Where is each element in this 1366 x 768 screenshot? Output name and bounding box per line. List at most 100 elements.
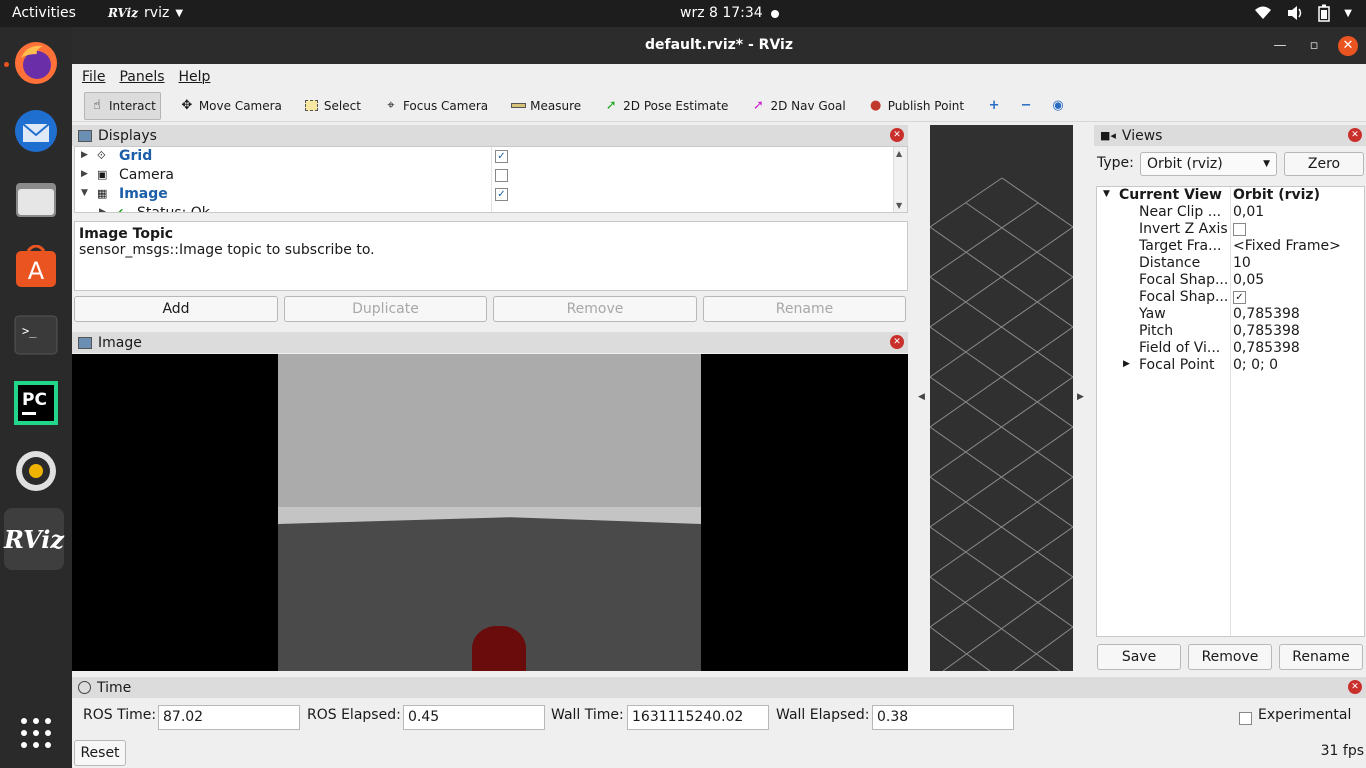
move-camera-icon: ✥ — [181, 98, 193, 113]
menu-panels[interactable]: Panels — [119, 69, 164, 85]
app-menu[interactable]: RViz rviz ▼ — [108, 5, 183, 21]
tool-focus-camera[interactable]: ⌖ Focus Camera — [379, 92, 492, 120]
description-text: sensor_msgs::Image topic to subscribe to… — [79, 242, 375, 258]
activities-button[interactable]: Activities — [12, 5, 76, 21]
wall-time-field[interactable]: 1631115240.02 — [627, 705, 769, 730]
time-panel-header[interactable]: Time ✕ — [72, 677, 1366, 698]
displays-panel-header[interactable]: Displays ✕ — [72, 125, 908, 146]
property-row[interactable]: Field of Vi... 0,785398 — [1097, 340, 1364, 357]
maximize-icon[interactable]: ▫ — [1304, 36, 1324, 56]
rhythmbox-icon[interactable] — [8, 443, 64, 499]
current-view-row[interactable]: ▼ Current View Orbit (rviz) — [1097, 187, 1364, 204]
tool-interact[interactable]: ☝ Interact — [84, 91, 161, 120]
scrollbar[interactable]: ▲ ▼ — [893, 147, 907, 212]
tool-2d-nav-goal[interactable]: ➚ 2D Nav Goal — [746, 92, 849, 120]
property-row[interactable]: Focal Shap... 0,05 — [1097, 272, 1364, 289]
3d-render-view[interactable] — [930, 125, 1073, 671]
minimize-icon[interactable]: — — [1270, 36, 1290, 56]
tool-properties-button[interactable]: ◉ — [1046, 92, 1070, 120]
close-icon[interactable]: ✕ — [890, 128, 904, 142]
property-value[interactable]: 0,785398 — [1233, 340, 1300, 356]
view-type-select[interactable]: Orbit (rviz) ▼ — [1140, 152, 1277, 176]
remove-tool-button[interactable]: − — [1014, 92, 1038, 120]
tree-row-camera[interactable]: ▶ ▣ Camera — [75, 166, 907, 185]
tool-select[interactable]: Select — [300, 92, 365, 120]
rename-view-button[interactable]: Rename — [1279, 644, 1363, 670]
terminal-icon[interactable]: >_ — [8, 307, 64, 363]
remove-view-button[interactable]: Remove — [1188, 644, 1272, 670]
checkbox-camera[interactable] — [495, 169, 508, 182]
wall-elapsed-field[interactable]: 0.38 — [872, 705, 1014, 730]
tool-move-camera[interactable]: ✥ Move Camera — [175, 92, 286, 120]
duplicate-button[interactable]: Duplicate — [284, 296, 487, 322]
property-row[interactable]: ▶ Focal Point 0; 0; 0 — [1097, 357, 1364, 374]
property-value[interactable]: 0,05 — [1233, 272, 1264, 288]
ros-time-label: ROS Time: — [83, 707, 157, 723]
tool-measure[interactable]: Measure — [506, 92, 585, 120]
save-button[interactable]: Save — [1097, 644, 1181, 670]
property-value[interactable]: 0,01 — [1233, 204, 1264, 220]
checkbox-grid[interactable]: ✓ — [495, 150, 508, 163]
camera-image-view[interactable] — [72, 354, 908, 671]
view-properties-tree[interactable]: ▼ Current View Orbit (rviz) Near Clip ..… — [1096, 186, 1365, 637]
rviz-icon[interactable]: RViz — [4, 508, 64, 570]
ros-elapsed-field[interactable]: 0.45 — [403, 705, 545, 730]
reset-button[interactable]: Reset — [74, 740, 126, 766]
tool-2d-pose-estimate[interactable]: ➚ 2D Pose Estimate — [599, 92, 732, 120]
property-row[interactable]: Focal Shap... ✓ — [1097, 289, 1364, 306]
expand-arrow-icon[interactable]: ▶ — [81, 150, 88, 160]
property-row[interactable]: Target Fra... <Fixed Frame> — [1097, 238, 1364, 255]
add-button[interactable]: Add — [74, 296, 278, 322]
focal-shape-checkbox[interactable]: ✓ — [1233, 291, 1246, 304]
tree-row-grid[interactable]: ▶ ⟐ Grid ✓ — [75, 147, 907, 166]
property-value[interactable]: <Fixed Frame> — [1233, 238, 1341, 254]
property-value[interactable]: 10 — [1233, 255, 1251, 271]
close-icon[interactable]: ✕ — [1338, 36, 1358, 56]
property-value[interactable]: 0,785398 — [1233, 323, 1300, 339]
close-icon[interactable]: ✕ — [1348, 128, 1362, 142]
collapse-right-icon[interactable]: ▶ — [1077, 392, 1084, 402]
zero-button[interactable]: Zero — [1284, 152, 1364, 176]
menu-file[interactable]: File — [82, 69, 105, 85]
clock[interactable]: wrz 8 17:34 — [680, 5, 763, 21]
property-value[interactable]: 0,785398 — [1233, 306, 1300, 322]
property-row[interactable]: Near Clip ... 0,01 — [1097, 204, 1364, 221]
pycharm-icon[interactable]: PC — [8, 375, 64, 431]
collapse-left-icon[interactable]: ◀ — [918, 392, 925, 402]
image-panel-header[interactable]: Image ✕ — [72, 332, 908, 353]
experimental-checkbox[interactable] — [1239, 712, 1252, 725]
close-icon[interactable]: ✕ — [1348, 680, 1362, 694]
collapse-arrow-icon[interactable]: ▼ — [1103, 189, 1110, 199]
ros-time-field[interactable]: 87.02 — [158, 705, 300, 730]
property-row[interactable]: Distance 10 — [1097, 255, 1364, 272]
property-row[interactable]: Invert Z Axis — [1097, 221, 1364, 238]
tree-row-status[interactable]: ▶ ✔ Status: Ok — [75, 204, 907, 212]
tree-row-image[interactable]: ▼ ▦ Image ✓ — [75, 185, 907, 204]
system-tray[interactable]: ▼ — [1254, 4, 1352, 22]
scroll-down-icon[interactable]: ▼ — [896, 201, 902, 210]
checkbox-image[interactable]: ✓ — [495, 188, 508, 201]
thunderbird-icon[interactable] — [8, 103, 64, 159]
firefox-icon[interactable] — [8, 35, 64, 91]
window-titlebar[interactable]: default.rviz* - RViz — ▫ ✕ — [72, 27, 1366, 64]
property-row[interactable]: Yaw 0,785398 — [1097, 306, 1364, 323]
displays-tree[interactable]: ▶ ⟐ Grid ✓ ▶ ▣ Camera ▼ ▦ Image ✓ ▶ ✔ St… — [74, 146, 908, 213]
files-icon[interactable] — [8, 171, 64, 227]
tool-publish-point[interactable]: ● Publish Point — [864, 92, 968, 120]
property-row[interactable]: Pitch 0,785398 — [1097, 323, 1364, 340]
scroll-up-icon[interactable]: ▲ — [896, 149, 902, 158]
invert-z-checkbox[interactable] — [1233, 223, 1246, 236]
views-panel-header[interactable]: ■◂ Views ✕ — [1094, 125, 1366, 146]
menu-help[interactable]: Help — [179, 69, 211, 85]
rename-button[interactable]: Rename — [703, 296, 906, 322]
collapse-arrow-icon[interactable]: ▼ — [81, 188, 88, 198]
close-icon[interactable]: ✕ — [890, 335, 904, 349]
expand-arrow-icon[interactable]: ▶ — [99, 207, 106, 212]
property-value[interactable]: 0; 0; 0 — [1233, 357, 1278, 373]
expand-arrow-icon[interactable]: ▶ — [1123, 359, 1130, 369]
show-apps-icon[interactable] — [8, 705, 64, 761]
add-tool-button[interactable]: + — [982, 92, 1006, 120]
expand-arrow-icon[interactable]: ▶ — [81, 169, 88, 179]
remove-button[interactable]: Remove — [493, 296, 697, 322]
software-icon[interactable]: A — [8, 239, 64, 295]
